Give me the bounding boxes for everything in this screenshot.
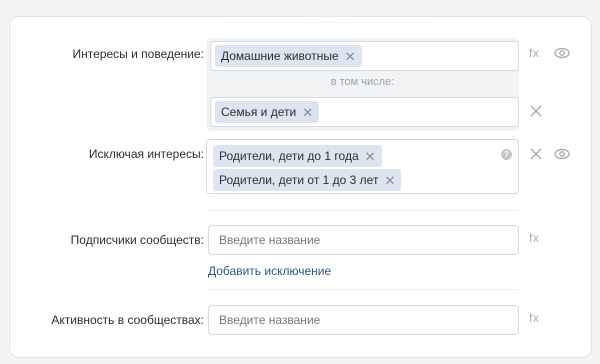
- fx-icon[interactable]: fx: [529, 46, 539, 60]
- fx-icon[interactable]: fx: [529, 231, 539, 245]
- also-including-label: в том числе:: [330, 76, 395, 88]
- activity-placeholder: Введите название: [219, 313, 321, 327]
- exclude-interests-field[interactable]: Родители, дети до 1 года ✕ Родители, дет…: [206, 139, 519, 194]
- exclude-tag-under-1: Родители, дети до 1 года ✕: [213, 145, 382, 167]
- remove-tag-icon[interactable]: ✕: [302, 106, 313, 119]
- top-divider: [230, 22, 430, 23]
- section-divider: [206, 210, 519, 211]
- interest-tag-label: Семья и дети: [221, 105, 297, 119]
- interests-field[interactable]: Домашние животные ✕: [210, 41, 519, 71]
- close-icon[interactable]: [530, 105, 542, 117]
- subscribers-placeholder: Введите название: [219, 233, 321, 247]
- remove-tag-icon[interactable]: ✕: [365, 150, 376, 163]
- subscribers-label: Подписчики сообществ:: [70, 233, 204, 247]
- exclude-tag-1-to-3: Родители, дети от 1 до 3 лет ✕: [213, 169, 402, 191]
- fx-icon[interactable]: fx: [529, 311, 539, 325]
- activity-label: Активность в сообществах:: [51, 313, 204, 327]
- interest-tag-pets: Домашние животные ✕: [215, 45, 362, 67]
- remove-tag-icon[interactable]: ✕: [384, 174, 395, 187]
- remove-tag-icon[interactable]: ✕: [345, 50, 356, 63]
- interest-tag-family: Семья и дети ✕: [215, 101, 320, 123]
- interest-tag-label: Домашние животные: [221, 49, 339, 63]
- help-icon[interactable]: ?: [501, 149, 512, 160]
- exclude-tag-label: Родители, дети от 1 до 3 лет: [219, 173, 379, 187]
- exclude-tag-label: Родители, дети до 1 года: [219, 149, 359, 163]
- subscribers-input[interactable]: Введите название: [208, 225, 519, 255]
- activity-input[interactable]: Введите название: [208, 305, 519, 335]
- section-divider: [206, 289, 519, 290]
- eye-icon[interactable]: [554, 148, 570, 160]
- interests-also-field[interactable]: Семья и дети ✕: [210, 97, 519, 127]
- add-exclusion-link[interactable]: Добавить исключение: [208, 264, 331, 278]
- close-icon[interactable]: [530, 148, 542, 160]
- exclude-interests-label: Исключая интересы:: [88, 147, 204, 161]
- interests-label: Интересы и поведение:: [72, 47, 204, 61]
- eye-icon[interactable]: [554, 47, 570, 59]
